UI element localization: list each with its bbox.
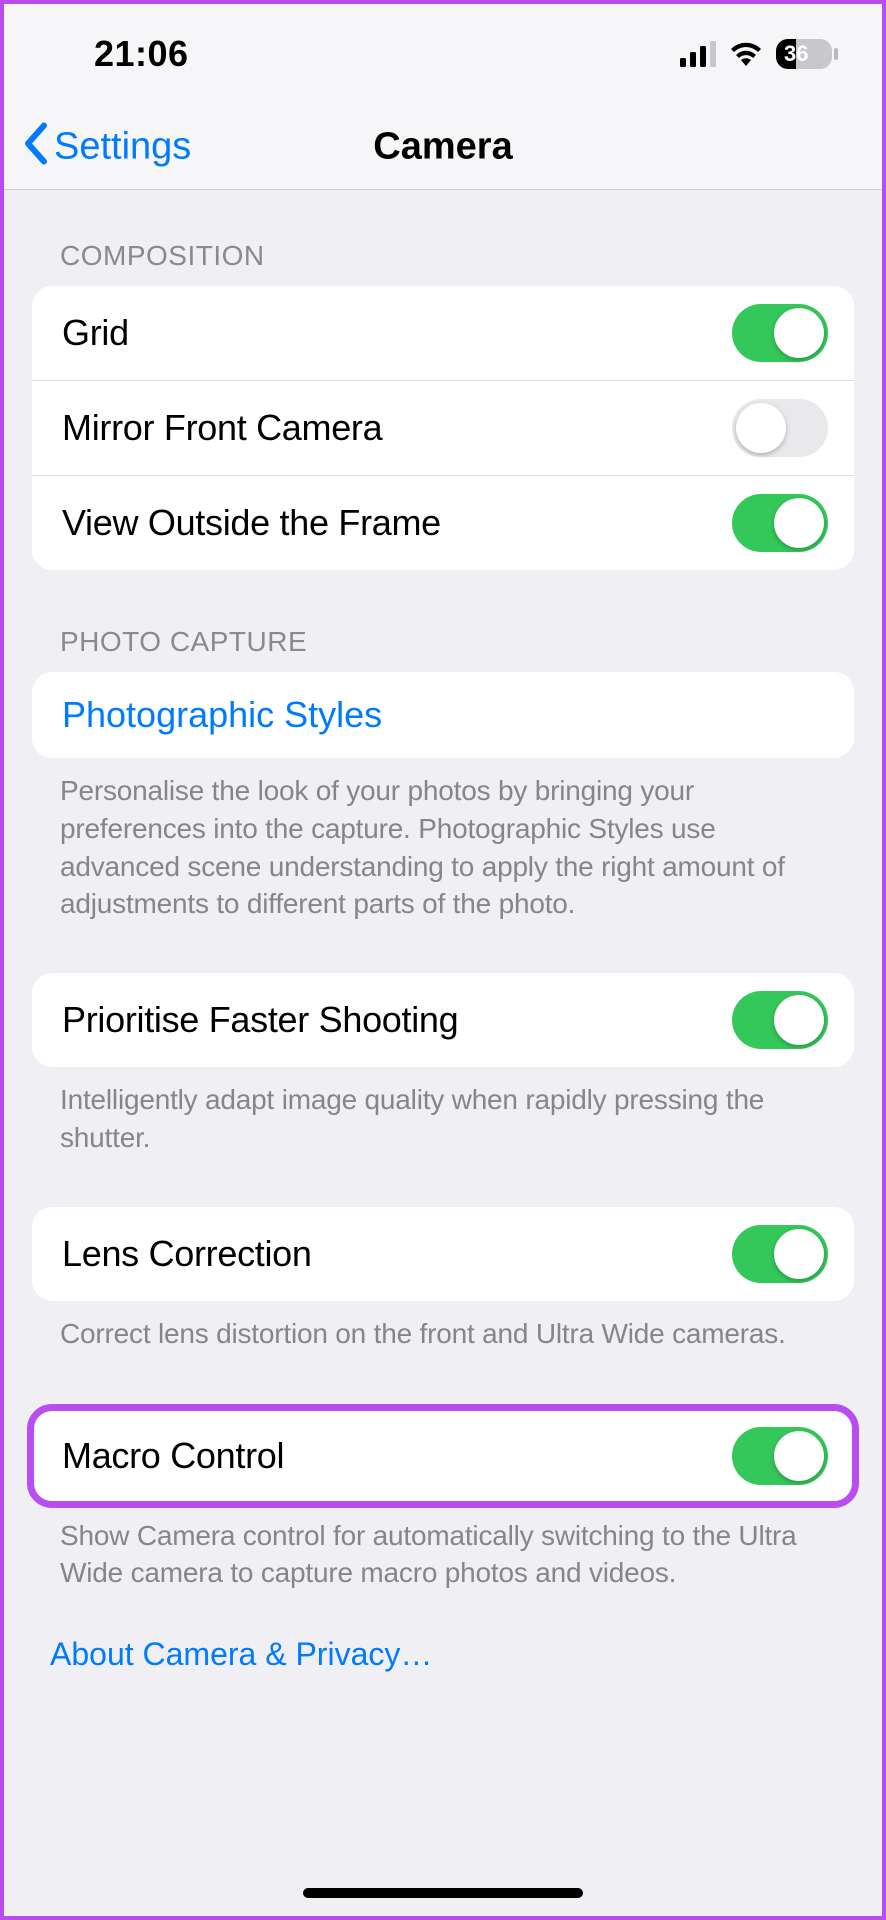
row-label: Macro Control [62, 1435, 284, 1477]
group-photographic-styles: Photographic Styles [32, 672, 854, 758]
status-bar: 21:06 36 [4, 4, 882, 104]
group-composition: Grid Mirror Front Camera View Outside th… [32, 286, 854, 570]
toggle-prioritise-faster-shooting[interactable] [732, 991, 828, 1049]
row-label: Mirror Front Camera [62, 407, 382, 449]
chevron-left-icon [22, 122, 48, 171]
group-lens-correction: Lens Correction [32, 1207, 854, 1301]
toggle-lens-correction[interactable] [732, 1225, 828, 1283]
group-prioritise-faster-shooting: Prioritise Faster Shooting [32, 973, 854, 1067]
row-label: Prioritise Faster Shooting [62, 999, 458, 1041]
section-header-composition: COMPOSITION [32, 190, 854, 286]
cellular-signal-icon [680, 41, 716, 67]
device-frame: 21:06 36 [0, 0, 886, 1920]
battery-level: 36 [784, 43, 808, 65]
back-label: Settings [54, 125, 191, 168]
toggle-mirror-front-camera[interactable] [732, 399, 828, 457]
footer-macro-control: Show Camera control for automatically sw… [32, 1503, 854, 1601]
row-label: View Outside the Frame [62, 502, 441, 544]
row-view-outside-frame[interactable]: View Outside the Frame [32, 476, 854, 570]
link-photographic-styles[interactable]: Photographic Styles [32, 672, 854, 758]
group-macro-control: Macro Control [32, 1409, 854, 1503]
settings-content: COMPOSITION Grid Mirror Front Camera Vie… [4, 190, 882, 1916]
row-grid[interactable]: Grid [32, 286, 854, 381]
footer-photographic-styles: Personalise the look of your photos by b… [32, 758, 854, 931]
row-label: Lens Correction [62, 1233, 312, 1275]
row-mirror-front-camera[interactable]: Mirror Front Camera [32, 381, 854, 476]
row-label: Grid [62, 312, 129, 354]
toggle-macro-control[interactable] [732, 1427, 828, 1485]
row-prioritise-faster-shooting[interactable]: Prioritise Faster Shooting [32, 973, 854, 1067]
back-button[interactable]: Settings [22, 122, 191, 171]
home-indicator [303, 1888, 583, 1898]
row-macro-control[interactable]: Macro Control [32, 1409, 854, 1503]
toggle-view-outside-frame[interactable] [732, 494, 828, 552]
toggle-grid[interactable] [732, 304, 828, 362]
wifi-icon [728, 41, 764, 67]
link-about-camera-privacy[interactable]: About Camera & Privacy… [32, 1600, 854, 1683]
row-lens-correction[interactable]: Lens Correction [32, 1207, 854, 1301]
footer-lens-correction: Correct lens distortion on the front and… [32, 1301, 854, 1361]
navigation-bar: Settings Camera [4, 104, 882, 190]
battery-icon: 36 [776, 39, 832, 69]
status-icons: 36 [680, 39, 832, 69]
section-header-photo-capture: PHOTO CAPTURE [32, 570, 854, 672]
page-title: Camera [373, 125, 512, 168]
status-time: 21:06 [94, 33, 189, 75]
footer-prioritise-faster-shooting: Intelligently adapt image quality when r… [32, 1067, 854, 1165]
